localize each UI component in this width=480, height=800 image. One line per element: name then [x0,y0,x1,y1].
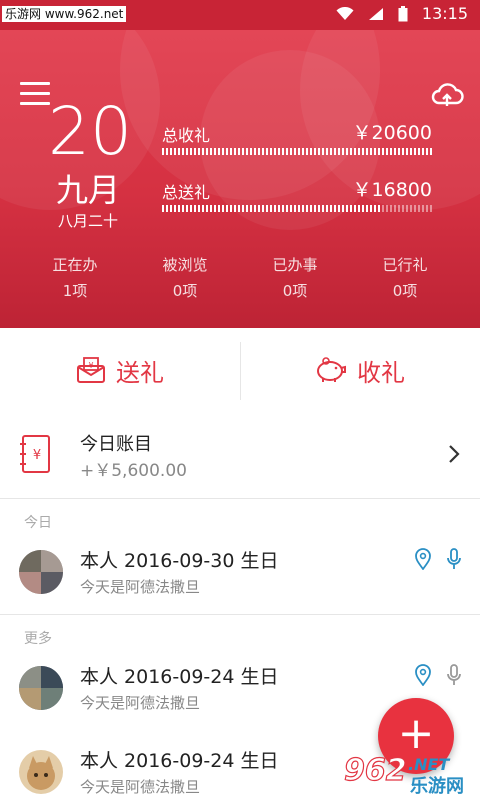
avatar [19,750,63,794]
status-time: 13:15 [421,4,468,23]
send-gift-button[interactable]: ¥ 送礼 [0,328,240,412]
stat-value: 1项 [62,282,88,300]
svg-text:¥: ¥ [33,448,41,463]
today-ledger-row[interactable]: ¥ 今日账目 +￥5,600.00 [0,412,480,499]
stat-done[interactable]: 已办事 0项 [240,254,350,302]
total-received-label: 总收礼 [162,126,211,145]
status-bar: 乐游网 www.962.net 13:15 [0,0,480,30]
stat-gifted[interactable]: 已行礼 0项 [350,254,460,302]
svg-text:¥: ¥ [88,361,93,370]
stat-label: 已办事 [272,256,318,274]
received-progress-bar [162,148,432,155]
total-sent-value: ￥16800 [352,179,432,201]
ledger-title: 今日账目 [80,434,152,455]
total-sent-label: 总送礼 [162,183,211,202]
location-pin-icon[interactable] [414,548,432,570]
location-pin-icon[interactable] [414,664,432,686]
receive-gift-label: 收礼 [357,358,405,387]
action-bar: ¥ 送礼 收礼 [0,328,480,413]
stat-label: 被浏览 [162,256,208,274]
microphone-icon[interactable] [446,664,462,686]
stat-value: 0项 [282,282,308,300]
microphone-icon[interactable] [446,548,462,570]
svg-text:乐游网: 乐游网 [410,775,464,797]
receive-gift-button[interactable]: 收礼 [240,328,480,412]
svg-text:962: 962 [344,753,407,788]
stat-viewed[interactable]: 被浏览 0项 [130,254,240,302]
battery-icon [398,5,408,21]
stat-value: 0项 [172,282,198,300]
avatar [19,550,63,594]
event-subtitle: 今天是阿德法撒旦 [80,694,201,712]
stat-label: 已行礼 [382,256,428,274]
lunar-date: 八月二十 [57,212,118,230]
cloud-upload-icon[interactable] [430,78,464,112]
avatar [19,666,63,710]
site-watermark: 乐游网 www.962.net [2,6,127,22]
event-title: 本人 2016-09-30 生日 [80,550,279,572]
event-subtitle: 今天是阿德法撒旦 [80,578,201,596]
stat-value: 0项 [392,282,418,300]
stat-label: 正在办 [52,256,98,274]
sent-progress-bar [162,205,432,212]
section-more: 更多 [24,631,52,647]
day-number: 20 [48,93,132,170]
stat-in-progress[interactable]: 正在办 1项 [20,254,130,302]
ledger-amount: +￥5,600.00 [80,461,187,481]
total-received-value: ￥20600 [352,122,432,144]
event-title: 本人 2016-09-24 生日 [80,666,279,688]
brand-watermark-logo: 962 .NET 乐游网 [343,752,464,797]
chevron-right-icon [449,445,460,463]
event-subtitle: 今天是阿德法撒旦 [80,778,201,796]
svg-text:.NET: .NET [408,755,450,774]
month-label: 九月 [55,171,120,209]
signal-icon [368,7,383,20]
menu-button[interactable] [20,82,50,106]
event-title: 本人 2016-09-24 生日 [80,750,279,772]
summary-header: 20 九月 八月二十 总收礼 ￥20600 总送礼 ￥16800 正在办 1项 … [0,30,480,328]
ledger-book-icon: ¥ [20,435,50,473]
send-gift-label: 送礼 [116,358,164,387]
section-today: 今日 [24,515,52,531]
red-envelope-icon: ¥ [77,357,105,383]
piggy-bank-icon [317,357,346,382]
wifi-icon [336,6,354,20]
list-item[interactable]: 本人 2016-09-30 生日 今天是阿德法撒旦 [0,530,480,615]
